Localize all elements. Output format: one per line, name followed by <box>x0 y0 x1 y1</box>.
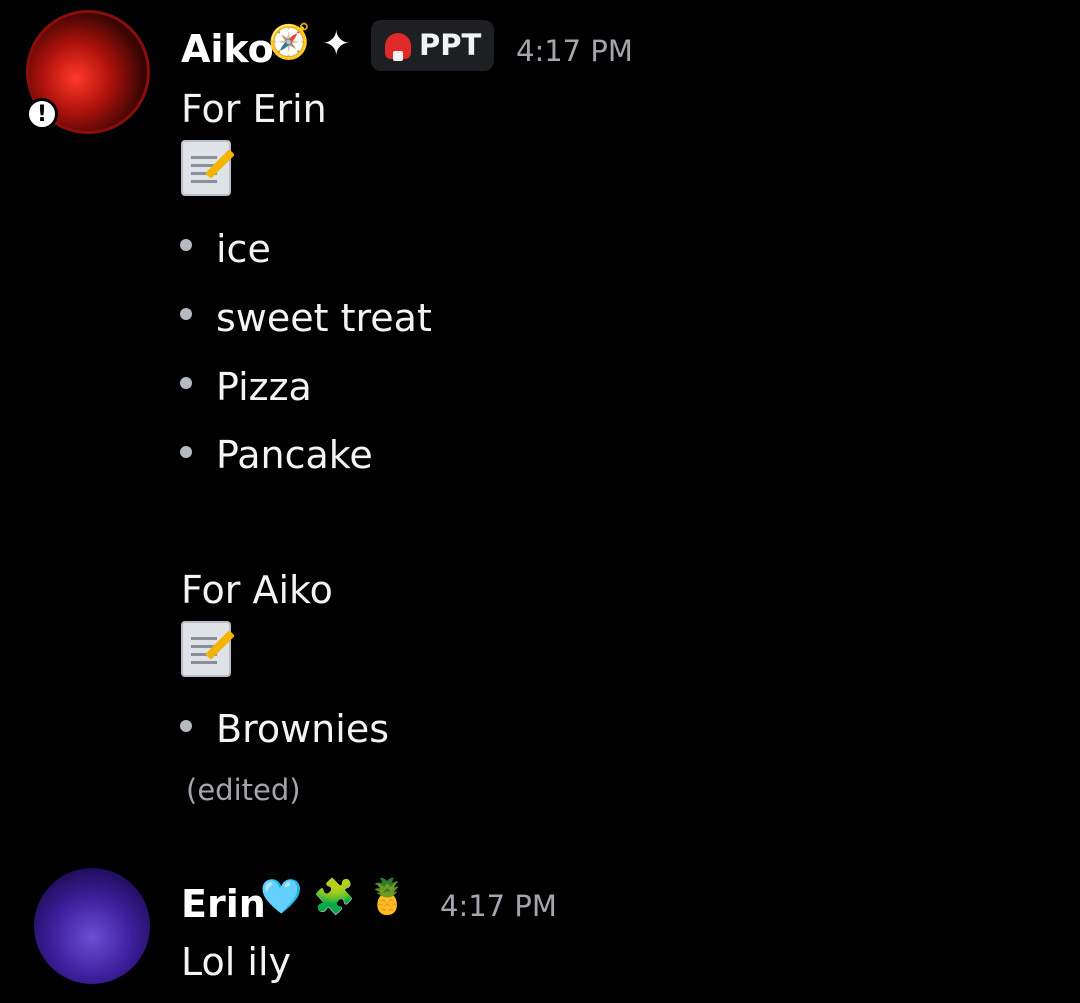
alert-icon: ! <box>26 98 58 130</box>
list-item: Pancake <box>216 433 373 477</box>
list-bullet <box>180 239 192 251</box>
role-tag[interactable]: PPT <box>371 20 494 71</box>
sparkle-icon: ✦ <box>322 24 351 64</box>
list-item: ice <box>216 227 271 271</box>
memo-icon <box>181 140 231 196</box>
list-bullet <box>180 446 192 458</box>
list-item: sweet treat <box>216 296 432 340</box>
list-bullet <box>180 308 192 320</box>
timestamp: 4:17 PM <box>440 889 557 923</box>
compass-icon: 🧭 <box>268 22 311 62</box>
puzzle-piece-icon: 🧩 <box>313 877 356 917</box>
author-name[interactable]: Erin <box>181 885 266 923</box>
message-heading: For Aiko <box>181 568 333 612</box>
list-item: Pizza <box>216 365 312 409</box>
timestamp: 4:17 PM <box>516 34 633 68</box>
memo-icon <box>181 621 231 677</box>
avatar-erin[interactable] <box>34 868 150 984</box>
pineapple-icon: 🍍 <box>366 877 409 917</box>
message-text: Lol ily <box>181 940 291 984</box>
edited-label: (edited) <box>186 773 301 807</box>
role-tag-label: PPT <box>419 28 482 62</box>
list-bullet <box>180 377 192 389</box>
message-heading: For Erin <box>181 87 327 131</box>
mushroom-icon <box>385 32 411 61</box>
light-blue-heart-icon: 🩵 <box>260 877 303 917</box>
author-name[interactable]: Aiko <box>181 30 274 68</box>
list-item: Brownies <box>216 707 390 751</box>
list-bullet <box>180 720 192 732</box>
